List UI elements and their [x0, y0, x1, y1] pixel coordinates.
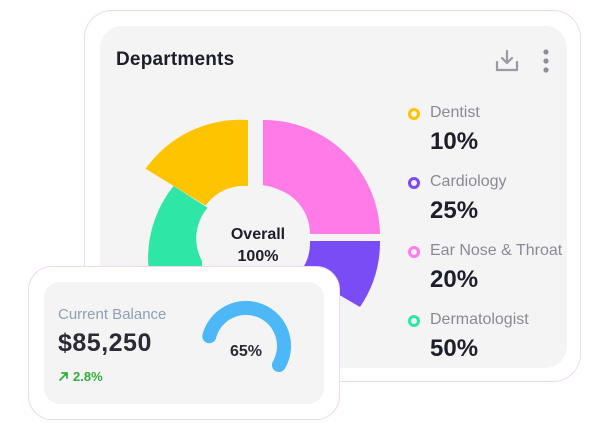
legend-dot-icon [408, 108, 420, 120]
balance-change: 2.8% [58, 369, 103, 384]
legend-label: Ear Nose & Throat [430, 242, 563, 259]
legend-label: Cardiology [430, 173, 507, 190]
legend-value: 10% [430, 128, 479, 155]
legend-dot-icon [408, 246, 420, 258]
departments-legend: Dentist 10% Cardiology 25% Ear Nose & Th… [408, 104, 567, 368]
balance-amount: $85,250 [58, 329, 152, 357]
balance-change-value: 2.8% [73, 369, 103, 384]
dashboard-widgets: Overall 100% Departments Dentist 10% Car… [0, 0, 589, 423]
donut-center-label: Overall [231, 226, 285, 243]
legend-label: Dermatologist [430, 311, 529, 328]
legend-item-dentist[interactable]: Dentist 10% [408, 104, 567, 173]
legend-dot-icon [408, 315, 420, 327]
arrow-up-right-icon [59, 372, 68, 381]
legend-dot-icon [408, 177, 420, 189]
departments-title: Departments [116, 49, 235, 70]
gauge-value: 65% [230, 343, 262, 360]
legend-item-ear-nose-throat[interactable]: Ear Nose & Throat 20% [408, 242, 567, 311]
download-icon[interactable] [494, 48, 520, 74]
balance-gauge: 65% [202, 300, 292, 372]
balance-label: Current Balance [58, 306, 167, 323]
donut-center-value: 100% [238, 248, 279, 265]
legend-item-cardiology[interactable]: Cardiology 25% [408, 173, 567, 242]
current-balance-panel: Current Balance $85,250 2.8% 65% [44, 282, 324, 404]
legend-item-dermatologist[interactable]: Dermatologist 50% [408, 311, 567, 368]
legend-value: 25% [430, 197, 479, 224]
more-vertical-icon[interactable] [540, 48, 552, 74]
legend-value: 50% [430, 335, 479, 362]
current-balance-card: Current Balance $85,250 2.8% 65% [28, 266, 340, 420]
legend-label: Dentist [430, 104, 480, 121]
legend-value: 20% [430, 266, 479, 293]
